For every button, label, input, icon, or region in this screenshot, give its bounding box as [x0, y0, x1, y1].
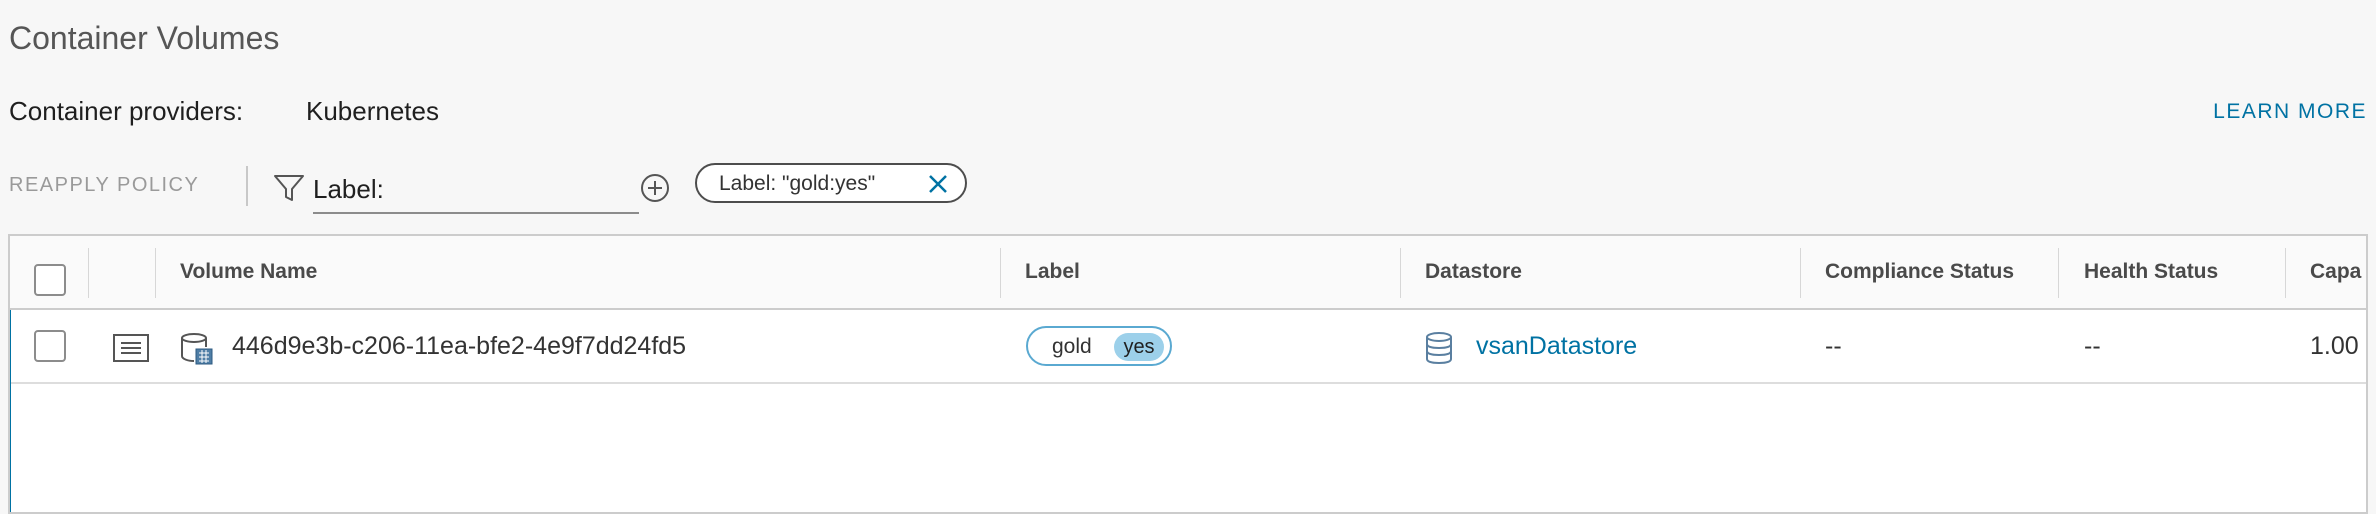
add-filter-icon[interactable]	[639, 172, 671, 204]
label-tag-key: gold	[1052, 335, 1092, 358]
select-all-checkbox[interactable]	[34, 264, 66, 296]
learn-more-link[interactable]: LEARN MORE	[2213, 100, 2367, 124]
row-select-checkbox[interactable]	[34, 330, 66, 362]
compliance-status-cell: --	[1825, 332, 1842, 360]
filter-chip[interactable]: Label: "gold:yes"	[695, 163, 967, 203]
providers-label: Container providers:	[9, 96, 244, 126]
providers-value: Kubernetes	[306, 96, 439, 126]
grid-header: Volume Name Label Datastore Compliance S…	[10, 236, 2366, 310]
close-icon[interactable]	[928, 174, 948, 194]
filter-icon[interactable]	[272, 172, 306, 204]
table-row[interactable]: 446d9e3b-c206-11ea-bfe2-4e9f7dd24fd5 gol…	[10, 310, 2366, 384]
column-header-datastore[interactable]: Datastore	[1425, 260, 1522, 284]
volume-icon	[180, 332, 214, 371]
filter-input[interactable]: Label:	[313, 164, 639, 214]
column-separator	[1800, 248, 1801, 298]
toolbar: REAPPLY POLICY Label: Label: "gold:yes"	[9, 160, 2367, 216]
details-icon[interactable]	[113, 334, 149, 367]
datastore-icon	[1424, 332, 1454, 369]
column-separator	[2285, 248, 2286, 298]
filter-chip-label: Label: "gold:yes"	[719, 172, 876, 195]
label-tag-value: yes	[1114, 333, 1164, 361]
capacity-cell: 1.00	[2310, 332, 2359, 360]
column-separator	[1000, 248, 1001, 298]
column-header-compliance-status[interactable]: Compliance Status	[1825, 260, 2014, 284]
column-header-health-status[interactable]: Health Status	[2084, 260, 2218, 284]
column-separator	[155, 248, 156, 298]
toolbar-divider	[246, 166, 248, 206]
grid-left-accent	[10, 310, 11, 512]
page-title: Container Volumes	[9, 20, 280, 56]
volume-name-cell: 446d9e3b-c206-11ea-bfe2-4e9f7dd24fd5	[232, 332, 687, 360]
label-tag: gold yes	[1026, 326, 1172, 366]
column-separator	[2058, 248, 2059, 298]
column-header-label[interactable]: Label	[1025, 260, 1080, 284]
column-header-capacity[interactable]: Capa	[2310, 260, 2361, 284]
column-separator	[1400, 248, 1401, 298]
datastore-link[interactable]: vsanDatastore	[1476, 332, 1637, 361]
volumes-grid: Volume Name Label Datastore Compliance S…	[8, 234, 2368, 514]
column-separator	[88, 248, 89, 298]
column-header-volume-name[interactable]: Volume Name	[180, 260, 317, 284]
providers-row: Container providers: Kubernetes LEARN MO…	[9, 96, 2367, 136]
health-status-cell: --	[2084, 332, 2101, 360]
filter-key-text: Label:	[313, 174, 384, 204]
reapply-policy-button[interactable]: REAPPLY POLICY	[9, 174, 199, 197]
